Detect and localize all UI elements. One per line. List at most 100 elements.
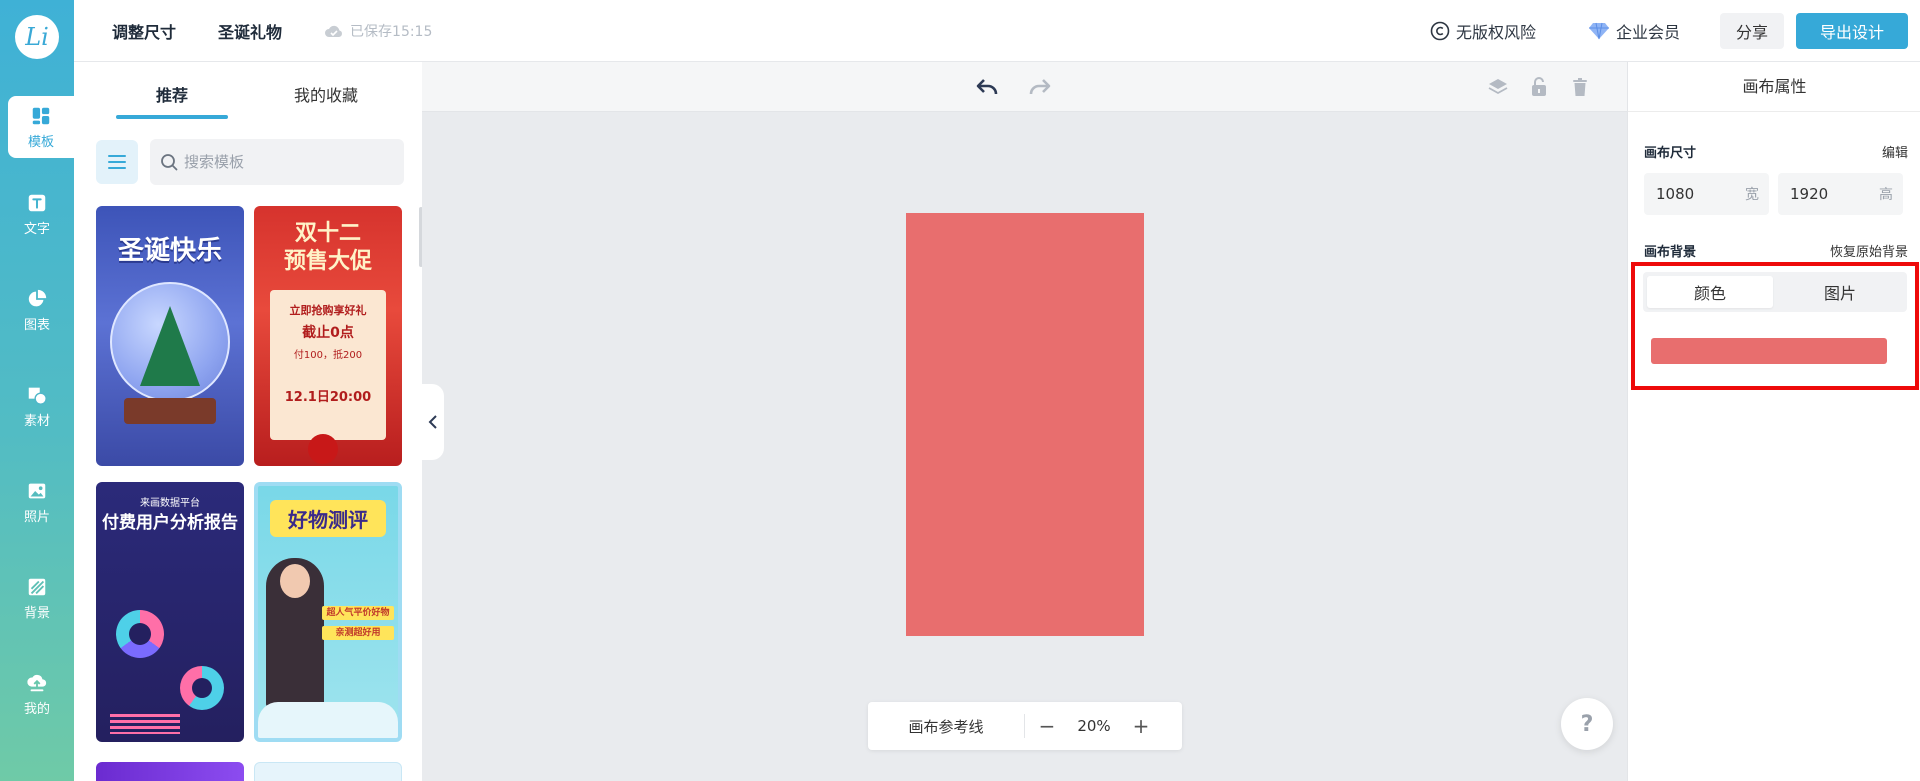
ornament-graphic: [308, 434, 338, 464]
template-panel: 推荐 我的收藏 圣诞快乐 双十二 预售大促 立即抢购享好礼 截止0点 付100，…: [74, 62, 423, 781]
undo-button[interactable]: [975, 75, 999, 99]
collapse-panel-button[interactable]: [422, 384, 444, 460]
redo-button[interactable]: [1028, 75, 1052, 99]
edit-size-link[interactable]: 编辑: [1882, 142, 1908, 161]
width-value: 1080: [1656, 185, 1695, 203]
chart-icon: [28, 289, 47, 306]
zoom-bar: 画布参考线 − 20% +: [868, 702, 1182, 750]
rail-item-mine[interactable]: 我的: [0, 663, 74, 725]
layers-icon: [1488, 79, 1508, 95]
diamond-icon: [1588, 22, 1609, 40]
template-card-partial[interactable]: [254, 762, 402, 781]
background-color-swatch[interactable]: [1651, 338, 1887, 364]
export-button[interactable]: 导出设计: [1796, 13, 1908, 49]
card-line: 12.1日20:00: [284, 390, 372, 405]
card-title: 圣诞快乐: [117, 236, 222, 266]
search-input[interactable]: [184, 153, 384, 171]
donut-chart-graphic: [116, 610, 164, 658]
width-field[interactable]: 1080 宽: [1644, 173, 1769, 215]
copyright-label: 无版权风险: [1455, 23, 1536, 42]
text-icon: [28, 194, 46, 211]
rail-label-photo: 照片: [23, 509, 50, 525]
cloud-icon: [325, 25, 342, 37]
design-canvas[interactable]: [906, 213, 1144, 636]
template-tabs: 推荐 我的收藏: [74, 62, 422, 122]
layers-button[interactable]: [1486, 75, 1510, 99]
rail-label-material: 素材: [23, 413, 50, 429]
card-subtitle: 来画数据平台: [140, 498, 200, 509]
template-search[interactable]: [150, 139, 404, 185]
upload-icon: [27, 674, 47, 691]
save-status: 已保存15:15: [324, 21, 432, 41]
card-title: 付费用户分析报告: [102, 513, 238, 533]
card-tag: 超人气平价好物: [322, 606, 394, 620]
reset-background-link[interactable]: 恢复原始背景: [1830, 241, 1908, 260]
resize-menu[interactable]: 调整尺寸: [112, 19, 176, 43]
left-rail: Li 模板 文字 图表 素材 照片 背景 我的: [0, 0, 74, 781]
copyright-icon: [1430, 21, 1450, 41]
panel-title: 画布属性: [1628, 62, 1920, 112]
rail-label-mine: 我的: [23, 701, 50, 717]
menu-icon: [108, 155, 126, 169]
app-logo[interactable]: Li: [15, 15, 59, 59]
background-section-highlight: 颜色 图片: [1631, 262, 1919, 390]
save-status-text: 已保存15:15: [350, 24, 433, 40]
tab-recommended[interactable]: 推荐: [156, 82, 188, 106]
zoom-in-button[interactable]: +: [1119, 714, 1163, 738]
zoom-out-button[interactable]: −: [1025, 714, 1069, 738]
width-unit: 宽: [1745, 187, 1759, 203]
lock-button[interactable]: [1527, 75, 1551, 99]
redo-icon: [1029, 79, 1051, 95]
copyright-link[interactable]: 无版权风险: [1430, 19, 1536, 43]
active-tab-indicator: [116, 115, 228, 119]
rail-item-photo[interactable]: 照片: [0, 471, 74, 533]
delete-button[interactable]: [1568, 75, 1592, 99]
photo-icon: [28, 483, 46, 498]
tab-color[interactable]: 颜色: [1647, 276, 1773, 308]
canvas-toolbar: [422, 62, 1627, 112]
rail-item-material[interactable]: 素材: [0, 375, 74, 437]
template-card-double12[interactable]: 双十二 预售大促 立即抢购享好礼 截止0点 付100，抵200 12.1日20:…: [254, 206, 402, 466]
rail-item-text[interactable]: 文字: [0, 183, 74, 245]
properties-panel: 画布属性 画布尺寸 编辑 1080 宽 1920 高 画布背景 恢复原始背景 颜…: [1627, 62, 1920, 781]
share-button[interactable]: 分享: [1720, 13, 1784, 49]
template-card-review[interactable]: 好物测评 超人气平价好物 亲测超好用: [254, 482, 402, 742]
vip-link[interactable]: 企业会员: [1588, 19, 1680, 43]
canvas-area: 画布参考线 − 20% + ?: [422, 62, 1627, 781]
document-title[interactable]: 圣诞礼物: [218, 19, 282, 43]
height-value: 1920: [1790, 185, 1829, 203]
canvas-background-label: 画布背景: [1644, 245, 1697, 260]
bar-chart-graphic: [110, 714, 180, 734]
height-unit: 高: [1879, 187, 1893, 203]
tab-image[interactable]: 图片: [1777, 276, 1903, 308]
rail-item-template[interactable]: 模板: [8, 96, 74, 158]
donut-chart-graphic: [180, 666, 224, 710]
face-graphic: [280, 564, 310, 598]
card-title: 好物测评: [270, 500, 386, 537]
christmas-tree-graphic: [140, 306, 200, 386]
help-button[interactable]: ?: [1561, 698, 1613, 750]
tab-favorites[interactable]: 我的收藏: [294, 82, 358, 106]
card-tag: 亲测超好用: [322, 626, 394, 640]
height-field[interactable]: 1920 高: [1778, 173, 1903, 215]
undo-icon: [976, 79, 998, 95]
category-filter-button[interactable]: [96, 140, 138, 184]
rail-label-text: 文字: [23, 221, 50, 237]
trash-icon: [1573, 78, 1587, 96]
chevron-left-icon: [428, 415, 437, 429]
guide-lines-toggle[interactable]: 画布参考线: [868, 716, 1024, 737]
card-line: 付100，抵200: [293, 350, 363, 361]
rail-label-background: 背景: [23, 605, 50, 621]
template-card-report[interactable]: 来画数据平台 付费用户分析报告: [96, 482, 244, 742]
rail-item-background[interactable]: 背景: [0, 567, 74, 629]
canvas-size-label: 画布尺寸: [1644, 146, 1697, 161]
cloud-graphic: [258, 702, 398, 738]
rail-item-chart[interactable]: 图表: [0, 279, 74, 341]
lock-icon: [1532, 77, 1546, 96]
vip-label: 企业会员: [1615, 23, 1680, 42]
template-card-partial[interactable]: [96, 762, 244, 781]
card-line: 立即抢购享好礼: [289, 304, 367, 317]
template-card-christmas[interactable]: 圣诞快乐: [96, 206, 244, 466]
globe-base-graphic: [124, 398, 216, 424]
card-line: 截止0点: [302, 325, 354, 341]
